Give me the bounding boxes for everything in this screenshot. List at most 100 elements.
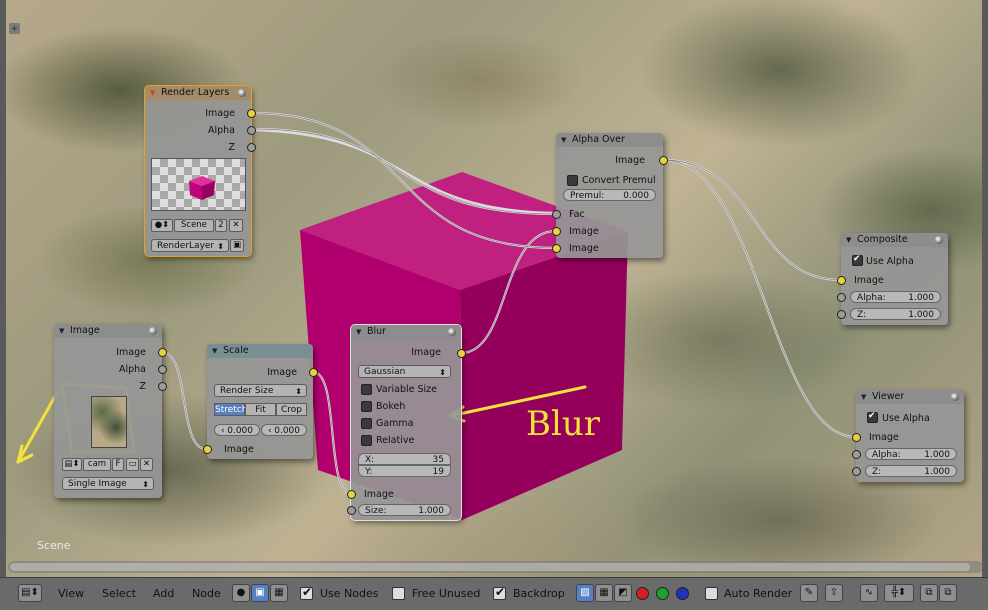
composite-alpha-field[interactable]: Alpha: 1.000 xyxy=(850,291,941,303)
snap-element-icon[interactable]: ╬⬍ xyxy=(884,584,914,602)
relative-checkbox[interactable] xyxy=(361,435,372,446)
input-image-socket[interactable] xyxy=(347,490,356,499)
backdrop-color-icon[interactable]: ▨ xyxy=(576,584,594,602)
scale-node-header[interactable]: ▼ Scale xyxy=(207,344,313,358)
blue-channel-icon[interactable] xyxy=(676,587,689,600)
image-source-menu[interactable]: Single Image xyxy=(62,477,154,491)
input-fac-socket[interactable] xyxy=(552,210,561,219)
scale-y-field[interactable]: ‹ 0.000 xyxy=(261,424,307,436)
mode-stretch-button[interactable]: Stretch xyxy=(214,403,247,416)
render-layer-menu[interactable]: RenderLayer xyxy=(151,239,229,253)
red-channel-icon[interactable] xyxy=(636,587,649,600)
blur-node-header[interactable]: ▼ Blur xyxy=(351,325,461,339)
input-z-socket[interactable] xyxy=(852,467,861,476)
scale-space-menu[interactable]: Render Size xyxy=(214,384,307,398)
use-nodes-checkbox[interactable] xyxy=(300,585,313,600)
copy-nodes-icon[interactable]: ⧉ xyxy=(920,584,938,602)
image-node-header[interactable]: ▼ Image xyxy=(54,324,162,338)
blur-node[interactable]: ▼ Blur Image Gaussian Variable Size Boke… xyxy=(347,324,466,521)
backdrop-color-alpha-icon[interactable]: ▦ xyxy=(595,584,613,602)
scene-field[interactable]: Scene xyxy=(174,219,214,232)
composite-node[interactable]: ▼ Composite Use Alpha Image Alpha:1.000 … xyxy=(837,233,948,325)
output-image-socket[interactable] xyxy=(158,348,167,357)
use-alpha-checkbox[interactable] xyxy=(867,411,878,423)
alpha-over-header[interactable]: ▼ Alpha Over xyxy=(556,133,663,147)
image-unlink-icon[interactable]: ✕ xyxy=(140,458,153,471)
viewer-node[interactable]: ▼ Viewer Use Alpha Image Alpha:1.000 Z:1… xyxy=(852,390,964,482)
menu-add[interactable]: Add xyxy=(153,584,174,604)
input-size-socket[interactable] xyxy=(347,506,356,515)
input-alpha-socket[interactable] xyxy=(852,450,861,459)
viewer-alpha-field[interactable]: Alpha: 1.000 xyxy=(865,448,957,460)
render-layers-header[interactable]: ▼ Render Layers xyxy=(145,86,251,100)
green-channel-icon[interactable] xyxy=(656,587,669,600)
scene-browse-icon[interactable]: ●⬍ xyxy=(151,219,173,232)
composite-header[interactable]: ▼ Composite xyxy=(841,233,948,247)
gamma-checkbox[interactable] xyxy=(361,418,372,429)
viewer-header[interactable]: ▼ Viewer xyxy=(856,390,964,404)
premul-field[interactable]: Premul: 0.000 xyxy=(563,189,656,201)
use-alpha-checkbox[interactable] xyxy=(852,254,863,266)
input-image-socket[interactable] xyxy=(852,433,861,442)
output-alpha-socket[interactable] xyxy=(247,126,256,135)
shader-nodes-icon[interactable]: ● xyxy=(232,584,250,602)
preview-toggle-icon[interactable] xyxy=(149,327,157,335)
output-alpha-socket[interactable] xyxy=(158,365,167,374)
blur-x-field[interactable]: X: 35 xyxy=(358,453,451,465)
editor-type-icon[interactable]: ▤⬍ xyxy=(18,584,42,602)
convert-premul-checkbox[interactable] xyxy=(567,175,578,186)
image-node[interactable]: ▼ Image Image Alpha Z ▤⬍ cam F ▭ ✕ Singl… xyxy=(54,324,167,498)
scene-users-count[interactable]: 2 xyxy=(215,219,227,232)
preview-toggle-icon[interactable] xyxy=(448,328,456,336)
output-image-socket[interactable] xyxy=(457,349,466,358)
blur-y-field[interactable]: Y: 19 xyxy=(358,465,451,477)
render-layers-node[interactable]: ▼ Render Layers Image Alpha Z ●⬍ Scene 2… xyxy=(144,85,256,257)
input-alpha-socket[interactable] xyxy=(837,293,846,302)
preview-toggle-icon[interactable] xyxy=(238,89,246,97)
viewer-z-field[interactable]: Z: 1.000 xyxy=(865,465,957,477)
scale-node[interactable]: ▼ Scale Image Render Size Stretch Fit Cr… xyxy=(203,344,318,459)
scene-unlink-icon[interactable]: ✕ xyxy=(229,219,243,232)
open-file-icon[interactable]: ▭ xyxy=(126,458,139,471)
blur-filter-menu[interactable]: Gaussian xyxy=(358,365,451,379)
menu-node[interactable]: Node xyxy=(192,584,221,604)
composite-z-field[interactable]: Z: 1.000 xyxy=(850,308,941,320)
output-image-socket[interactable] xyxy=(247,109,256,118)
render-icon[interactable]: ▣ xyxy=(230,239,244,252)
backdrop-checkbox[interactable] xyxy=(493,585,506,600)
alpha-over-node[interactable]: ▼ Alpha Over Image Convert Premul Premul… xyxy=(552,133,668,258)
fake-user-button[interactable]: F xyxy=(112,458,124,471)
compositing-nodes-icon[interactable]: ▣ xyxy=(251,584,269,602)
input-image1-socket[interactable] xyxy=(552,227,561,236)
bokeh-checkbox[interactable] xyxy=(361,401,372,412)
pin-icon[interactable]: ✎ xyxy=(800,584,818,602)
output-image-socket[interactable] xyxy=(659,156,668,165)
node-editor[interactable]: + ▼ Render Layers Image Alpha Z ●⬍ Scene… xyxy=(0,0,988,577)
backdrop-alpha-icon[interactable]: ◩ xyxy=(614,584,632,602)
mode-crop-button[interactable]: Crop xyxy=(276,403,307,416)
output-z-socket[interactable] xyxy=(158,382,167,391)
blur-size-field[interactable]: Size: 1.000 xyxy=(358,504,451,516)
input-z-socket[interactable] xyxy=(837,310,846,319)
output-image-socket[interactable] xyxy=(309,368,318,377)
image-name-field[interactable]: cam xyxy=(83,458,111,471)
menu-view[interactable]: View xyxy=(58,584,84,604)
image-browse-icon[interactable]: ▤⬍ xyxy=(62,458,82,471)
input-image-socket[interactable] xyxy=(203,445,212,454)
scale-x-field[interactable]: ‹ 0.000 xyxy=(214,424,260,436)
snap-icon[interactable]: ∿ xyxy=(860,584,878,602)
paste-nodes-icon[interactable]: ⧉ xyxy=(939,584,957,602)
output-z-socket[interactable] xyxy=(247,143,256,152)
texture-nodes-icon[interactable]: ▦ xyxy=(270,584,288,602)
auto-render-checkbox[interactable] xyxy=(705,587,718,600)
menu-select[interactable]: Select xyxy=(102,584,136,604)
horizontal-scrollbar-thumb[interactable] xyxy=(10,563,970,571)
variable-size-checkbox[interactable] xyxy=(361,384,372,395)
mode-fit-button[interactable]: Fit xyxy=(245,403,276,416)
free-unused-checkbox[interactable] xyxy=(392,587,405,600)
preview-toggle-icon[interactable] xyxy=(951,393,959,401)
input-image-socket[interactable] xyxy=(837,276,846,285)
preview-toggle-icon[interactable] xyxy=(935,236,943,244)
parent-node-tree-icon[interactable]: ⇧ xyxy=(825,584,843,602)
input-image2-socket[interactable] xyxy=(552,244,561,253)
